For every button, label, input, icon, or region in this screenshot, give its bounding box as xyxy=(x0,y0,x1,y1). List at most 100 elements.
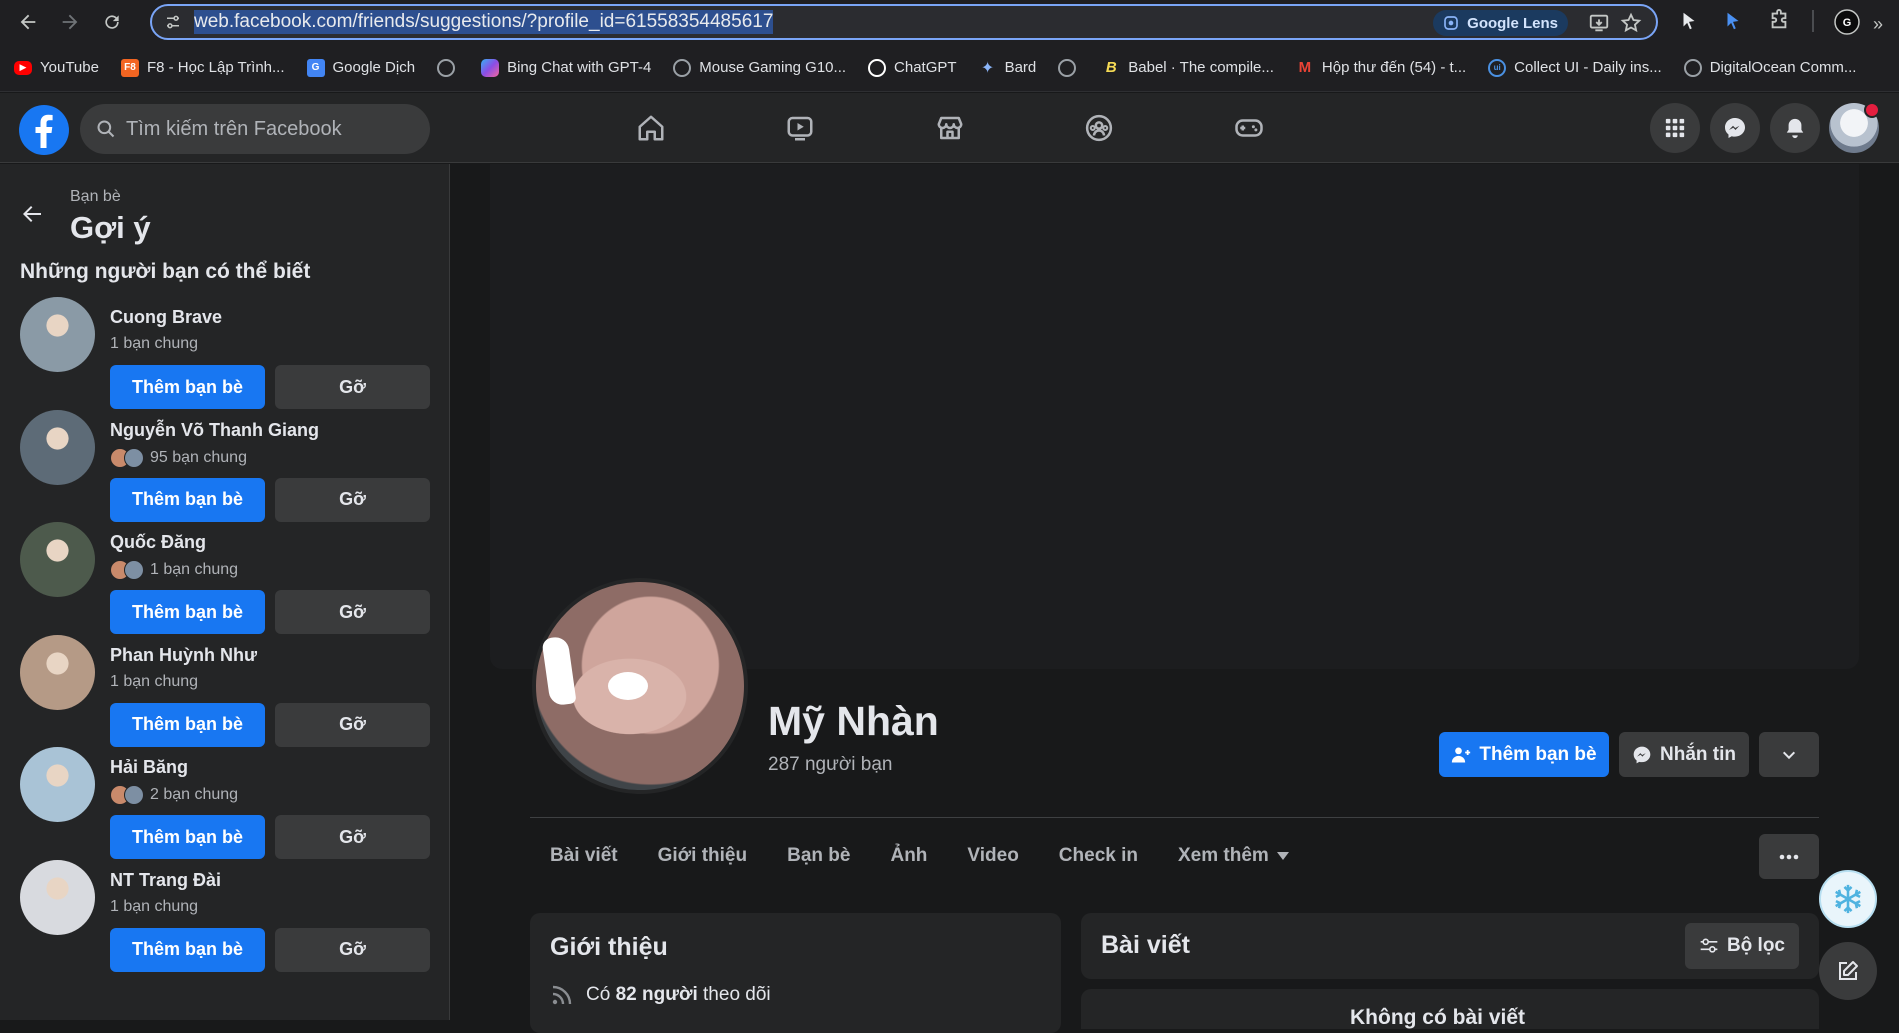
suggestion-item: NT Trang Đài 1 bạn chung Thêm bạn bè Gỡ xyxy=(0,859,449,985)
mutual-friends-label: 1 bạn chung xyxy=(110,897,199,915)
add-friend-button[interactable]: Thêm bạn bè xyxy=(110,477,265,522)
suggestion-item: Phan Huỳnh Như 1 bạn chung Thêm bạn bè Gỡ xyxy=(0,634,449,760)
remove-suggestion-button[interactable]: Gỡ xyxy=(275,815,430,859)
watch-video-icon[interactable] xyxy=(775,103,825,153)
remove-suggestion-button[interactable]: Gỡ xyxy=(275,702,430,747)
extensions-puzzle-icon[interactable] xyxy=(1768,8,1790,32)
home-icon[interactable] xyxy=(626,103,676,153)
bookmark-label: YouTube xyxy=(40,59,99,76)
star-icon[interactable] xyxy=(1620,12,1642,34)
remove-suggestion-button[interactable]: Gỡ xyxy=(275,365,430,409)
profile-tab[interactable]: Bạn bè xyxy=(767,826,870,886)
gmail-icon: M xyxy=(1298,59,1312,76)
bookmark-item[interactable]: ui Collect UI - Daily ins... xyxy=(1488,58,1662,77)
profile-tab-label: Ảnh xyxy=(890,845,928,866)
bookmarks-bar: ▶ YouTube F8 F8 - Học Lập Trình... G Google D… xyxy=(0,44,1899,92)
suggestion-avatar[interactable] xyxy=(20,859,95,935)
back-arrow-icon[interactable] xyxy=(10,4,46,40)
followers-count[interactable]: 82 người xyxy=(616,984,698,1006)
remove-suggestion-button[interactable]: Gỡ xyxy=(275,590,430,634)
new-message-compose-icon[interactable] xyxy=(1819,942,1877,1000)
bookmark-item[interactable]: M Hộp thư đến (54) - t... xyxy=(1296,59,1467,77)
bookmark-item[interactable]: Mouse Gaming G10... xyxy=(673,58,847,77)
suggestion-name[interactable]: Phan Huỳnh Như xyxy=(110,645,257,666)
bookmark-item[interactable]: G Google Dịch xyxy=(306,58,416,77)
profile-circle-icon[interactable]: G xyxy=(1834,9,1860,35)
bookmark-item[interactable]: Bing Chat with GPT-4 xyxy=(481,58,651,77)
mutual-friends-label: 1 bạn chung xyxy=(150,561,239,578)
message-button[interactable]: Nhắn tin xyxy=(1619,732,1749,777)
snowflake-extension-icon[interactable] xyxy=(1819,870,1877,928)
add-friend-button[interactable]: Thêm bạn bè xyxy=(110,702,265,747)
bookmark-item[interactable]: ✦ Bard xyxy=(979,59,1037,77)
account-avatar[interactable] xyxy=(1829,102,1880,153)
suggestion-name[interactable]: Cuong Brave xyxy=(110,307,222,328)
bookmark-item[interactable] xyxy=(437,58,463,77)
facebook-logo-icon[interactable] xyxy=(19,105,69,155)
profile-tab[interactable]: Bài viết xyxy=(530,826,638,886)
bookmark-item[interactable]: ChatGPT xyxy=(868,58,957,77)
profile-tab[interactable]: Video xyxy=(947,826,1038,886)
chevron-down-icon[interactable] xyxy=(1759,732,1819,777)
add-friend-button[interactable]: Thêm bạn bè xyxy=(110,815,265,859)
suggestion-name[interactable]: Nguyễn Võ Thanh Giang xyxy=(110,420,319,441)
profile-tab-label: Bạn bè xyxy=(787,845,851,866)
reload-icon[interactable] xyxy=(94,4,130,40)
bookmark-item[interactable]: B Babel · The compile... xyxy=(1102,59,1274,77)
bookmark-label: Google Dịch xyxy=(332,59,416,76)
gaming-icon[interactable] xyxy=(1224,103,1274,153)
profile-tab[interactable]: Ảnh xyxy=(870,826,947,886)
remove-suggestion-button[interactable]: Gỡ xyxy=(275,927,430,972)
marketplace-icon[interactable] xyxy=(925,103,975,153)
filter-button[interactable]: Bộ lọc xyxy=(1684,923,1799,969)
add-friend-button[interactable]: Thêm bạn bè xyxy=(110,590,265,634)
section-title: Những người bạn có thể biết xyxy=(20,260,311,283)
groups-icon[interactable] xyxy=(1074,103,1124,153)
breadcrumb[interactable]: Bạn bè xyxy=(70,188,121,206)
blue-cursor-extension-icon[interactable] xyxy=(1722,8,1744,34)
f8-icon: F8 xyxy=(120,58,139,77)
suggestion-avatar[interactable] xyxy=(20,297,95,372)
cursor-extension-icon[interactable] xyxy=(1678,8,1700,34)
menu-grid-icon[interactable] xyxy=(1650,103,1700,153)
google-lens-button[interactable]: Google Lens xyxy=(1433,10,1568,36)
more-options-icon[interactable] xyxy=(1759,834,1819,879)
site-settings-icon[interactable] xyxy=(164,13,182,31)
chevron-double-right-icon[interactable]: » xyxy=(1873,14,1883,35)
profile-name: Mỹ Nhàn xyxy=(768,698,939,744)
notifications-bell-icon[interactable] xyxy=(1770,103,1820,153)
globe-icon xyxy=(437,58,456,77)
bing-icon xyxy=(481,58,500,77)
back-arrow-icon[interactable] xyxy=(20,202,44,226)
address-bar[interactable]: web.facebook.com/friends/suggestions/?pr… xyxy=(150,4,1658,40)
suggestion-name[interactable]: NT Trang Đài xyxy=(110,870,221,891)
messenger-icon[interactable] xyxy=(1710,103,1760,153)
bookmark-label: Mouse Gaming G10... xyxy=(699,59,847,76)
add-friend-button[interactable]: Thêm bạn bè xyxy=(1439,732,1609,777)
add-friend-label: Thêm bạn bè xyxy=(1479,743,1597,765)
add-friend-button[interactable]: Thêm bạn bè xyxy=(110,365,265,409)
url-text[interactable]: web.facebook.com/friends/suggestions/?pr… xyxy=(194,10,774,34)
suggestion-avatar[interactable] xyxy=(20,634,95,710)
suggestion-avatar[interactable] xyxy=(20,409,95,485)
suggestion-avatar[interactable] xyxy=(20,522,95,597)
bookmark-item[interactable]: F8 F8 - Học Lập Trình... xyxy=(120,58,285,77)
add-friend-button[interactable]: Thêm bạn bè xyxy=(110,927,265,972)
profile-tab[interactable]: Giới thiệu xyxy=(638,826,768,886)
bookmark-label: Bard xyxy=(1004,59,1037,76)
suggestion-name[interactable]: Quốc Đăng xyxy=(110,532,206,553)
profile-tab[interactable]: Check in xyxy=(1039,826,1158,886)
bookmark-item[interactable]: DigitalOcean Comm... xyxy=(1683,58,1856,77)
profile-friend-count[interactable]: 287 người bạn xyxy=(768,754,893,776)
bookmark-item[interactable] xyxy=(1058,58,1084,77)
profile-tab[interactable]: Xem thêm xyxy=(1158,826,1309,886)
bookmark-item[interactable]: ▶ YouTube xyxy=(14,59,99,76)
suggestion-avatar[interactable] xyxy=(20,747,95,822)
facebook-search-input[interactable]: Tìm kiếm trên Facebook xyxy=(80,104,430,154)
install-app-icon[interactable] xyxy=(1588,12,1610,34)
profile-picture[interactable] xyxy=(532,578,748,794)
forward-arrow-icon[interactable] xyxy=(52,4,88,40)
suggestion-name[interactable]: Hải Băng xyxy=(110,757,188,778)
remove-suggestion-button[interactable]: Gỡ xyxy=(275,477,430,522)
bookmark-label: Babel · The compile... xyxy=(1128,59,1274,76)
